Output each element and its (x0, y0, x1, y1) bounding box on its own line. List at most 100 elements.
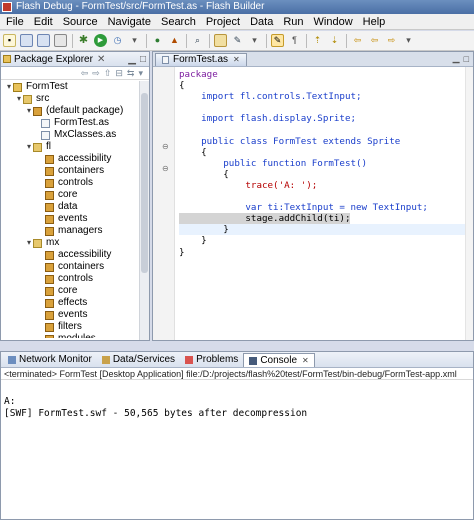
menu-search[interactable]: Search (157, 14, 202, 30)
forward-icon[interactable]: ⇨ (92, 68, 100, 79)
bottom-panel-tabs: Network Monitor Data/Services Problems C… (1, 352, 473, 368)
tree-item[interactable]: events (45, 309, 87, 321)
back-icon[interactable]: ⇦ (81, 68, 89, 79)
tab-console[interactable]: Console ✕ (243, 353, 315, 368)
menu-run[interactable]: Run (279, 14, 309, 30)
collapse-arrow-icon[interactable]: ▾ (25, 141, 33, 153)
maximize-icon[interactable]: □ (464, 54, 469, 64)
menu-navigate[interactable]: Navigate (104, 14, 157, 30)
menu-data[interactable]: Data (246, 14, 279, 30)
tree-item[interactable]: containers (45, 261, 104, 273)
tree-item[interactable]: accessibility (45, 249, 111, 261)
prev-edit-icon[interactable]: ⇣ (328, 34, 341, 47)
menu-help[interactable]: Help (359, 14, 392, 30)
collapse-arrow-icon[interactable]: ▾ (25, 237, 33, 249)
tree-item[interactable]: filters (45, 321, 82, 333)
tab-network-monitor[interactable]: Network Monitor (3, 353, 97, 367)
menu-edit[interactable]: Edit (30, 14, 59, 30)
export-icon[interactable]: ▾ (128, 34, 141, 47)
debug-icon[interactable]: ✱ (77, 34, 90, 47)
next-annotation-icon[interactable]: ▾ (248, 34, 261, 47)
collapse-arrow-icon[interactable]: ▾ (15, 93, 23, 105)
link-with-editor-icon[interactable]: ⇆ (127, 68, 135, 79)
package-icon (45, 298, 54, 308)
menu-source[interactable]: Source (59, 14, 104, 30)
code-area[interactable]: ⊖ ⊖ package { import fl.controls.TextInp… (153, 67, 473, 340)
tree-item[interactable]: data (45, 201, 77, 213)
tree-item[interactable]: core (45, 285, 77, 297)
tab-problems[interactable]: Problems (180, 353, 243, 367)
toolbar-separator (346, 33, 347, 48)
code-text[interactable]: package { import fl.controls.TextInput; … (179, 69, 465, 258)
tree-item[interactable]: effects (45, 297, 87, 309)
external-tools-icon[interactable]: ● (151, 34, 164, 47)
flash-builder-icon (2, 2, 12, 12)
up-icon[interactable]: ⇧ (104, 68, 112, 79)
editor-gutter: ⊖ ⊖ (153, 67, 175, 340)
tree-item[interactable]: ▾ fl (25, 141, 51, 153)
tree-item[interactable]: FormTest.as (41, 117, 109, 129)
menu-bar: File Edit Source Navigate Search Project… (0, 14, 474, 30)
open-resource-icon[interactable]: ✎ (231, 34, 244, 47)
code-line: import flash.display.Sprite; (179, 113, 357, 125)
tree-item[interactable]: containers (45, 165, 104, 177)
code-line: } (179, 235, 207, 247)
history-dropdown-icon[interactable]: ▾ (402, 34, 415, 47)
editor-scrollbar[interactable] (465, 67, 473, 340)
collapse-all-icon[interactable]: ⊟ (115, 68, 123, 79)
collapse-marker-icon[interactable]: ⊖ (162, 164, 169, 173)
console-output[interactable]: A: [SWF] FormTest.swf - 50,565 bytes aft… (4, 396, 307, 420)
code-line: var ti:TextInput = new TextInput; (179, 202, 428, 214)
collapse-arrow-icon[interactable]: ▾ (5, 81, 13, 93)
build-icon[interactable]: ▲ (168, 34, 181, 47)
back-icon[interactable]: ⇦ (368, 34, 381, 47)
view-menu-icon[interactable]: ▾ (138, 68, 143, 79)
tree-scrollbar[interactable] (139, 81, 149, 340)
tree-item[interactable]: managers (45, 225, 102, 237)
close-icon[interactable]: ✕ (233, 54, 240, 66)
close-icon[interactable]: ✕ (302, 354, 309, 368)
menu-project[interactable]: Project (202, 14, 246, 30)
tree-item[interactable]: ▾ src (15, 93, 49, 105)
print-icon[interactable] (54, 34, 67, 47)
code-line: trace('A: '); (179, 179, 318, 191)
collapse-arrow-icon[interactable]: ▾ (25, 105, 33, 117)
tree-item[interactable]: controls (45, 273, 93, 285)
save-all-icon[interactable] (37, 34, 50, 47)
minimize-icon[interactable]: ▁ (128, 52, 136, 67)
tree-item[interactable]: events (45, 213, 87, 225)
menu-file[interactable]: File (2, 14, 30, 30)
tree-item[interactable]: ▾ FormTest (5, 81, 68, 93)
view-close-icon[interactable]: ✕ (97, 52, 105, 67)
save-icon[interactable] (20, 34, 33, 47)
new-icon[interactable]: ▪ (3, 34, 16, 47)
minimize-icon[interactable]: ▁ (453, 53, 460, 64)
show-whitespace-icon[interactable]: ¶ (288, 34, 301, 47)
next-edit-icon[interactable]: ⇡ (311, 34, 324, 47)
menu-window[interactable]: Window (310, 14, 359, 30)
tree-item[interactable]: accessibility (45, 153, 111, 165)
package-explorer-panel: Package Explorer ✕ ▁ □ ⇦ ⇨ ⇧ ⊟ ⇆ ▾ ▾ Form… (0, 51, 150, 341)
tree-item[interactable]: ▾ mx (25, 237, 59, 249)
open-type-icon[interactable] (214, 34, 227, 47)
tree-item[interactable]: core (45, 189, 77, 201)
tab-data-services[interactable]: Data/Services (97, 353, 180, 367)
package-icon (45, 334, 54, 338)
profile-icon[interactable]: ◷ (111, 34, 124, 47)
last-edit-icon[interactable]: ⇦ (351, 34, 364, 47)
as-file-icon (162, 56, 169, 64)
search-icon[interactable]: ⌕ (191, 34, 204, 47)
collapse-marker-icon[interactable]: ⊖ (162, 142, 169, 151)
run-icon[interactable]: ▶ (94, 34, 107, 47)
tree-item[interactable]: modules (45, 333, 96, 338)
forward-icon[interactable]: ⇨ (385, 34, 398, 47)
tree-item[interactable]: MxClasses.as (41, 129, 116, 141)
scrollbar-thumb[interactable] (141, 93, 148, 273)
tree-item[interactable]: controls (45, 177, 93, 189)
code-line: package (179, 69, 218, 80)
toggle-mark-icon[interactable]: ✎ (271, 34, 284, 47)
tree-item[interactable]: ▾ (default package) (25, 105, 123, 117)
editor-tab-formtest[interactable]: FormTest.as ✕ (155, 53, 247, 66)
maximize-icon[interactable]: □ (140, 52, 146, 67)
